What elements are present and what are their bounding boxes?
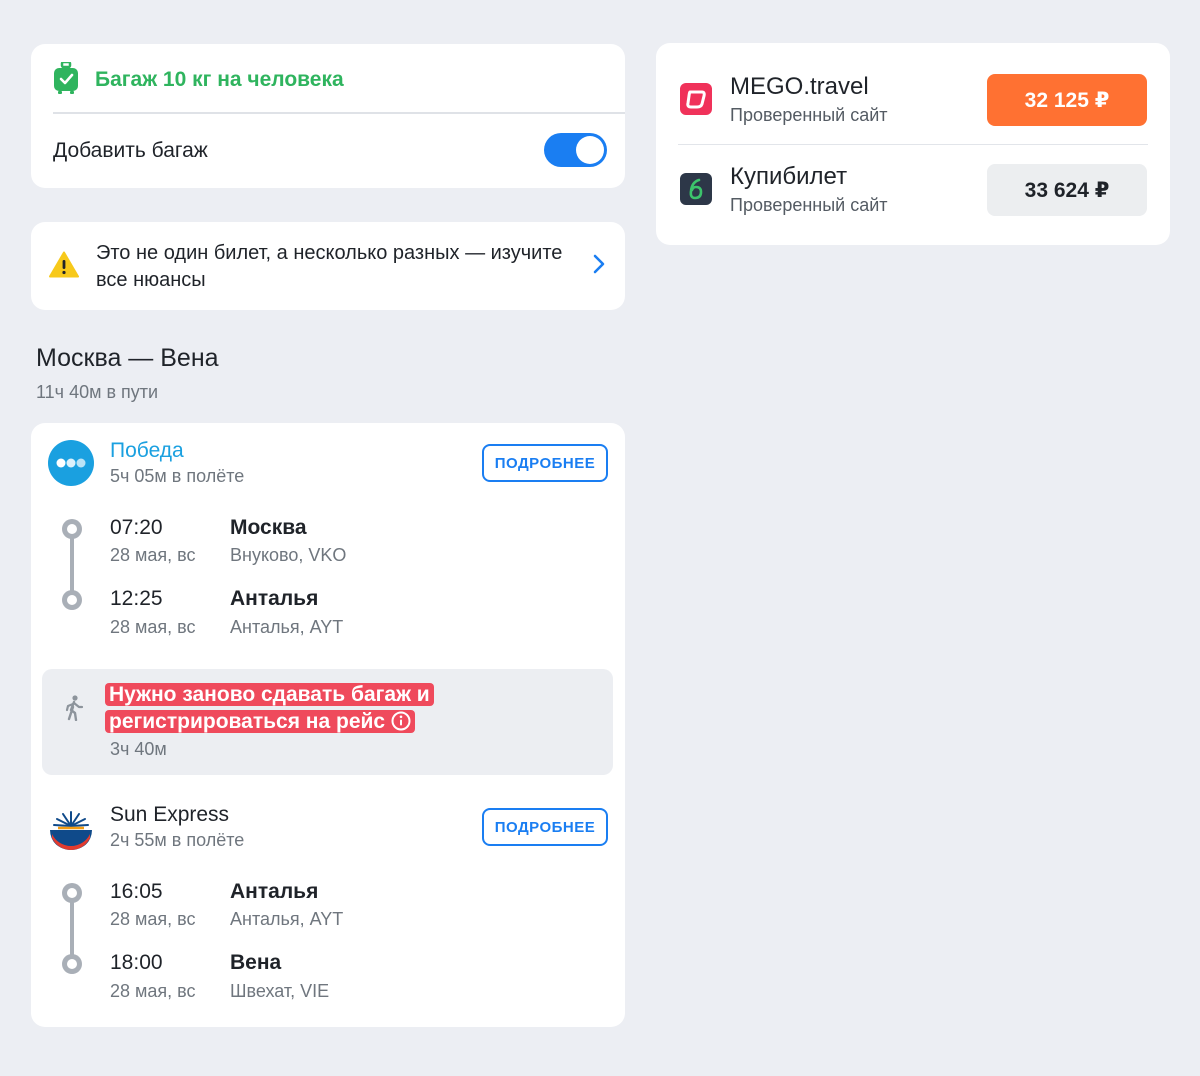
departure-dot — [62, 519, 82, 539]
flight-duration: 2ч 55м в полёте — [110, 830, 245, 850]
transfer-warning-line2: регистрироваться на рейс — [109, 710, 386, 733]
airline-name: Sun Express — [110, 803, 230, 826]
departure-airport: Внуково, VKO — [230, 545, 347, 565]
arrival-city: Анталья — [230, 587, 319, 610]
buy-price-button[interactable]: 33 624 ₽ — [987, 164, 1147, 216]
warning-icon — [49, 251, 79, 283]
toggle-knob — [576, 136, 604, 164]
arrival-dot — [62, 954, 82, 974]
arrival-time: 12:25 — [110, 587, 163, 610]
transfer-duration: 3ч 40м — [110, 739, 167, 759]
departure-city: Москва — [230, 516, 307, 539]
add-baggage-toggle[interactable] — [544, 133, 607, 167]
offers-card: MEGO.travel Проверенный сайт 32 125 ₽ Ку… — [656, 43, 1170, 245]
info-icon[interactable] — [391, 711, 411, 731]
offer-subtitle: Проверенный сайт — [730, 105, 888, 125]
details-button[interactable]: ПОДРОБНЕЕ — [482, 444, 608, 482]
departure-dot — [62, 883, 82, 903]
divider — [678, 144, 1148, 145]
offer-subtitle: Проверенный сайт — [730, 195, 888, 215]
departure-city: Анталья — [230, 880, 319, 903]
buy-price-button[interactable]: 32 125 ₽ — [987, 74, 1147, 126]
kupibilet-logo-icon — [680, 173, 712, 205]
pobeda-logo-icon — [48, 440, 94, 486]
flight-duration: 5ч 05м в полёте — [110, 466, 245, 486]
arrival-dot — [62, 590, 82, 610]
divider — [53, 112, 625, 114]
walking-person-icon — [64, 695, 84, 726]
arrival-date: 28 мая, вс — [110, 617, 196, 637]
arrival-city: Вена — [230, 951, 282, 974]
transfer-warning[interactable]: Нужно заново сдавать багаж и регистриров… — [105, 681, 465, 735]
arrival-time: 18:00 — [110, 951, 163, 974]
departure-date: 28 мая, вс — [110, 909, 196, 929]
departure-time: 07:20 — [110, 516, 163, 539]
add-baggage-label: Добавить багаж — [53, 139, 208, 162]
mego-logo-icon — [680, 83, 712, 115]
route-duration: 11ч 40м в пути — [36, 382, 159, 402]
route-title: Москва — Вена — [36, 344, 219, 372]
details-button[interactable]: ПОДРОБНЕЕ — [482, 808, 608, 846]
segment-line — [70, 893, 74, 963]
sunexpress-logo-icon — [48, 804, 94, 850]
arrival-date: 28 мая, вс — [110, 981, 196, 1001]
departure-airport: Анталья, AYT — [230, 909, 344, 929]
offer-name[interactable]: MEGO.travel — [730, 73, 869, 101]
chevron-right-icon — [593, 254, 605, 279]
departure-date: 28 мая, вс — [110, 545, 196, 565]
luggage-icon — [53, 60, 79, 99]
departure-time: 16:05 — [110, 880, 163, 903]
arrival-airport: Анталья, AYT — [230, 617, 344, 637]
transfer-block: Нужно заново сдавать багаж и регистриров… — [42, 669, 613, 775]
offer-name[interactable]: Купибилет — [730, 163, 847, 191]
baggage-included: Багаж 10 кг на человека — [53, 60, 344, 99]
arrival-airport: Швехат, VIE — [230, 981, 330, 1001]
transfer-warning-line1: Нужно заново сдавать багаж и — [105, 683, 434, 706]
segment-line — [70, 529, 74, 599]
warning-text: Это не один билет, а несколько разных — … — [96, 242, 563, 291]
baggage-card: Багаж 10 кг на человека Добавить багаж — [31, 44, 625, 188]
multi-ticket-warning[interactable]: Это не один билет, а несколько разных — … — [31, 222, 625, 310]
baggage-included-label: Багаж 10 кг на человека — [95, 68, 344, 91]
itinerary-card: Победа 5ч 05м в полёте ПОДРОБНЕЕ 07:20 2… — [31, 423, 625, 1027]
airline-name: Победа — [110, 439, 184, 462]
